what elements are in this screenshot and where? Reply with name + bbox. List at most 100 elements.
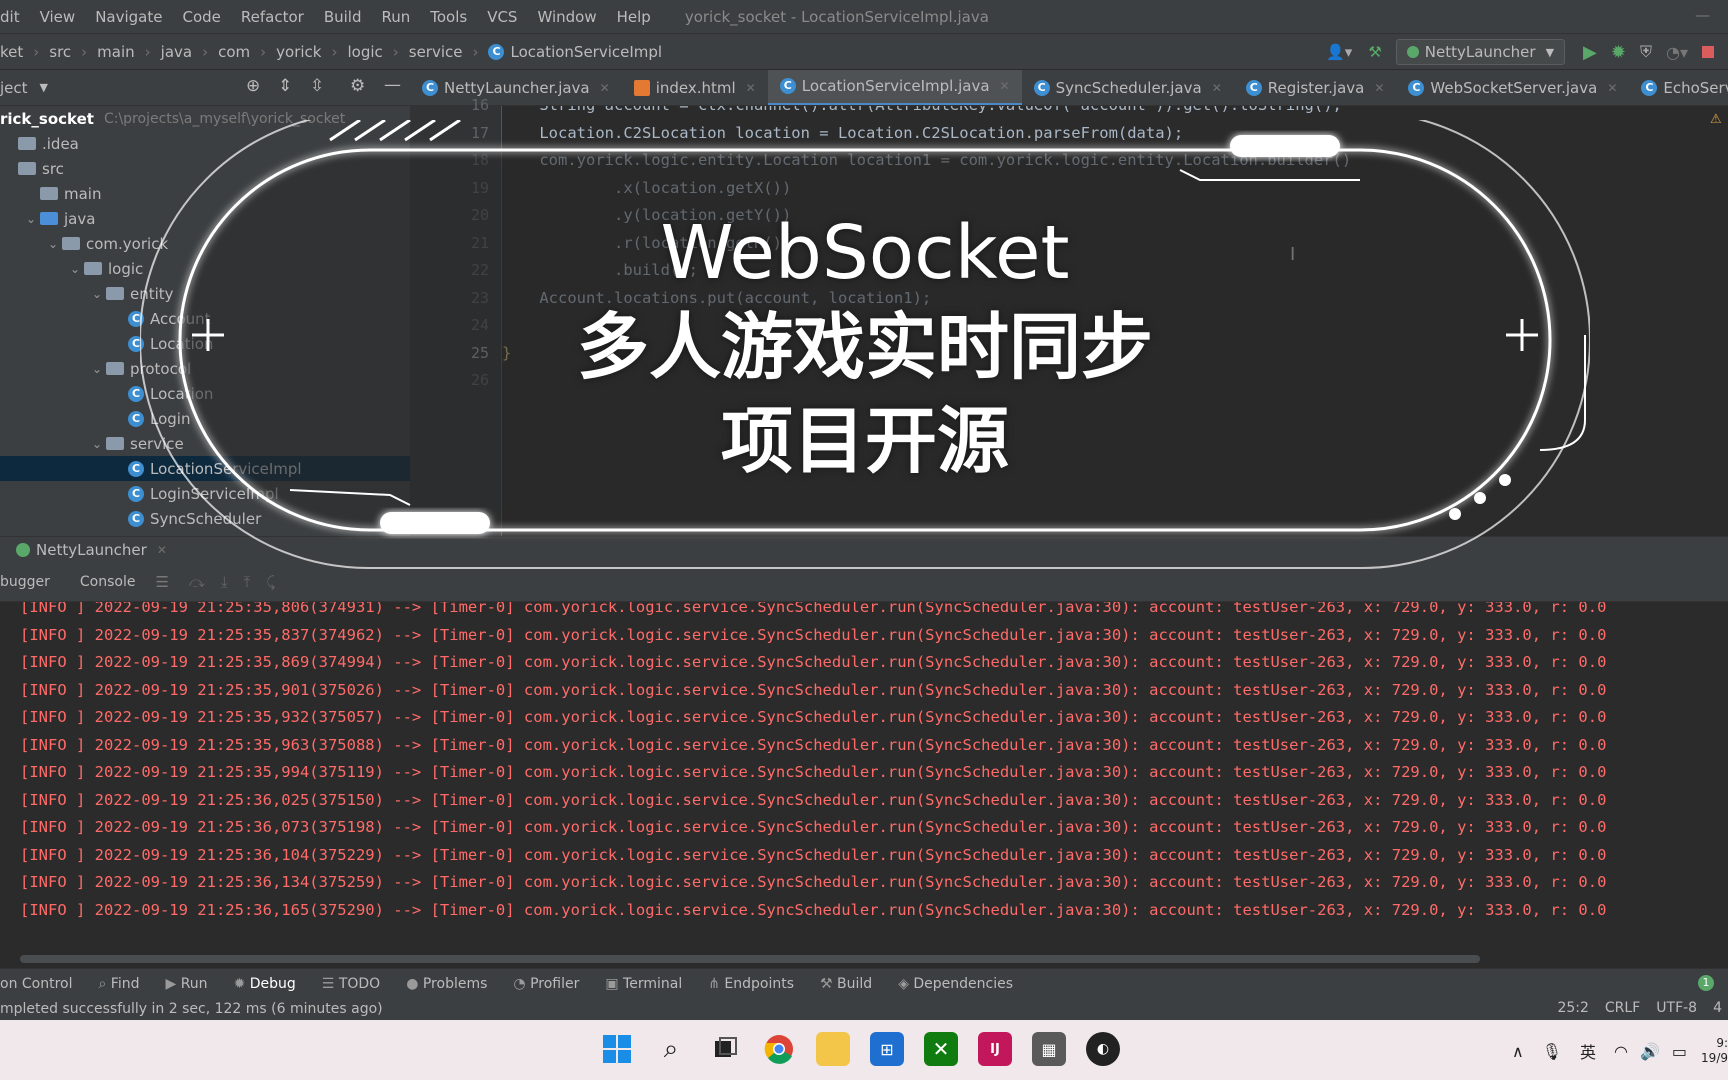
- tool-window-button[interactable]: ⚒ Build: [820, 976, 872, 992]
- menu-item[interactable]: Navigate: [95, 8, 162, 26]
- close-icon[interactable]: ✕: [1374, 81, 1384, 95]
- search-icon[interactable]: ⌕: [654, 1032, 688, 1066]
- task-view-icon[interactable]: [708, 1032, 742, 1066]
- locate-icon[interactable]: ⊕: [246, 76, 260, 96]
- hide-panel-icon[interactable]: —: [384, 75, 401, 95]
- menu-item[interactable]: Build: [324, 8, 362, 26]
- editor-tab[interactable]: C EchoServerHan: [1629, 70, 1728, 105]
- tool-window-button[interactable]: ▶ Run: [165, 976, 207, 992]
- editor-tab[interactable]: C Register.java ✕: [1234, 70, 1397, 105]
- tool-window-button[interactable]: on Control: [0, 976, 73, 992]
- file-encoding[interactable]: UTF-8: [1656, 1000, 1697, 1016]
- editor-tab[interactable]: C WebSocketServer.java ✕: [1396, 70, 1629, 105]
- tool-window-button[interactable]: ● Problems: [406, 976, 487, 992]
- user-icon[interactable]: 👤▾: [1326, 43, 1352, 61]
- menu-item[interactable]: Code: [182, 8, 220, 26]
- chevron-down-icon[interactable]: ⌄: [26, 212, 40, 226]
- breadcrumb-item[interactable]: main: [97, 43, 134, 61]
- gear-icon[interactable]: ⚙: [350, 76, 365, 96]
- breadcrumb-item[interactable]: java: [161, 43, 192, 61]
- close-icon[interactable]: ✕: [746, 81, 756, 95]
- console-output[interactable]: [INFO ] 2022-09-19 21:25:35,806(374931) …: [0, 602, 1728, 962]
- app-icon[interactable]: ◐: [1086, 1032, 1120, 1066]
- tool-window-button[interactable]: ☰ TODO: [322, 976, 380, 992]
- config-icon: [1406, 46, 1419, 58]
- build-hammer-icon[interactable]: ⚒: [1368, 43, 1381, 61]
- volume-icon[interactable]: 🔊: [1640, 1042, 1660, 1061]
- tool-window-button[interactable]: ✹ Debug: [234, 976, 296, 992]
- tab-label: Register.java: [1267, 78, 1365, 97]
- debug-icon[interactable]: ✹: [1611, 42, 1626, 63]
- event-log-icon[interactable]: 1: [1698, 975, 1714, 991]
- close-icon[interactable]: ✕: [1000, 79, 1010, 93]
- ime-indicator[interactable]: 英: [1580, 1039, 1596, 1063]
- editor-tab[interactable]: C LocationServiceImpl.java ✕: [767, 70, 1022, 105]
- project-panel-header: ject ▼ ⊕ ⇕ ⇳ ⚙ —: [0, 70, 410, 106]
- menu-item[interactable]: Window: [537, 8, 596, 26]
- editor-tab[interactable]: index.html ✕: [622, 70, 768, 105]
- chevron-down-icon[interactable]: ⌄: [48, 237, 62, 251]
- breadcrumb-item[interactable]: logic: [347, 43, 382, 61]
- close-icon[interactable]: ✕: [1212, 81, 1222, 95]
- menu-item[interactable]: Refactor: [241, 8, 304, 26]
- chevron-down-icon[interactable]: ⌄: [70, 262, 84, 276]
- breadcrumb-item[interactable]: ket: [0, 43, 23, 61]
- breadcrumb-item[interactable]: service: [409, 43, 463, 61]
- tool-window-button[interactable]: ◈ Dependencies: [898, 976, 1013, 992]
- intellij-icon[interactable]: IJ: [978, 1032, 1012, 1066]
- calculator-icon[interactable]: ▦: [1032, 1032, 1066, 1066]
- breadcrumb-item[interactable]: com: [218, 43, 250, 61]
- tab-console[interactable]: Console: [80, 574, 136, 590]
- breadcrumb-item[interactable]: LocationServiceImpl: [510, 43, 662, 61]
- xbox-icon[interactable]: ✕: [924, 1032, 958, 1066]
- tool-window-button[interactable]: ◔ Profiler: [513, 976, 579, 992]
- window-title: yorick_socket - LocationServiceImpl.java: [684, 7, 989, 26]
- menu-item[interactable]: Help: [617, 8, 651, 26]
- tool-window-button[interactable]: ⋔ Endpoints: [708, 976, 794, 992]
- close-icon[interactable]: ✕: [600, 81, 610, 95]
- tool-window-label: Dependencies: [913, 975, 1014, 992]
- wifi-icon[interactable]: ◠: [1614, 1042, 1628, 1061]
- console-line: [INFO ] 2022-09-19 21:25:35,806(374931) …: [20, 602, 1607, 616]
- breadcrumb-item[interactable]: src: [49, 43, 71, 61]
- chrome-icon[interactable]: [762, 1032, 796, 1066]
- menu-item[interactable]: dit: [0, 8, 20, 26]
- menu-item[interactable]: VCS: [487, 8, 517, 26]
- menu-item[interactable]: View: [40, 8, 76, 26]
- chevron-down-icon[interactable]: ⌄: [92, 287, 106, 301]
- indent-setting[interactable]: 4: [1713, 1000, 1722, 1016]
- store-icon[interactable]: ⊞: [870, 1032, 904, 1066]
- horizontal-scrollbar[interactable]: [20, 955, 1480, 963]
- profile-icon[interactable]: ◔▾: [1666, 43, 1688, 62]
- chevron-up-icon[interactable]: ∧: [1512, 1042, 1524, 1061]
- collapse-all-icon[interactable]: ⇳: [310, 76, 324, 96]
- expand-all-icon[interactable]: ⇕: [278, 76, 292, 96]
- coverage-icon[interactable]: ⛨: [1640, 42, 1652, 62]
- project-panel-title[interactable]: ject: [0, 79, 28, 97]
- windows-start-icon[interactable]: [600, 1032, 634, 1066]
- microphone-icon[interactable]: 🎙: [1542, 1042, 1562, 1061]
- menu-item[interactable]: Tools: [430, 8, 467, 26]
- tool-window-button[interactable]: ⌕ Find: [99, 976, 140, 992]
- tab-debugger[interactable]: bugger: [0, 574, 50, 590]
- stop-icon[interactable]: [1702, 46, 1714, 58]
- run-config-select[interactable]: NettyLauncher ▼: [1395, 39, 1566, 65]
- editor-tab[interactable]: C SyncScheduler.java ✕: [1022, 70, 1234, 105]
- tool-window-button[interactable]: ▣ Terminal: [605, 976, 682, 992]
- caret-position[interactable]: 25:2: [1557, 1000, 1588, 1016]
- warning-icon[interactable]: ⚠: [1710, 112, 1722, 127]
- run-icon[interactable]: ▶: [1583, 42, 1597, 63]
- chevron-down-icon[interactable]: ▼: [40, 81, 48, 94]
- line-separator[interactable]: CRLF: [1605, 1000, 1640, 1016]
- chevron-down-icon[interactable]: ⌄: [92, 437, 106, 451]
- close-icon[interactable]: ✕: [1607, 81, 1617, 95]
- breadcrumb-item[interactable]: yorick: [276, 43, 321, 61]
- menu-item[interactable]: Run: [381, 8, 410, 26]
- console-line: [INFO ] 2022-09-19 21:25:36,073(375198) …: [20, 818, 1607, 836]
- minimize-icon[interactable]: —: [1695, 6, 1710, 24]
- run-config-tab[interactable]: NettyLauncher: [36, 541, 147, 559]
- clock[interactable]: 9: 19/9: [1701, 1036, 1728, 1066]
- battery-icon[interactable]: ▭: [1672, 1042, 1687, 1061]
- chevron-down-icon[interactable]: ⌄: [92, 362, 106, 376]
- file-explorer-icon[interactable]: [816, 1032, 850, 1066]
